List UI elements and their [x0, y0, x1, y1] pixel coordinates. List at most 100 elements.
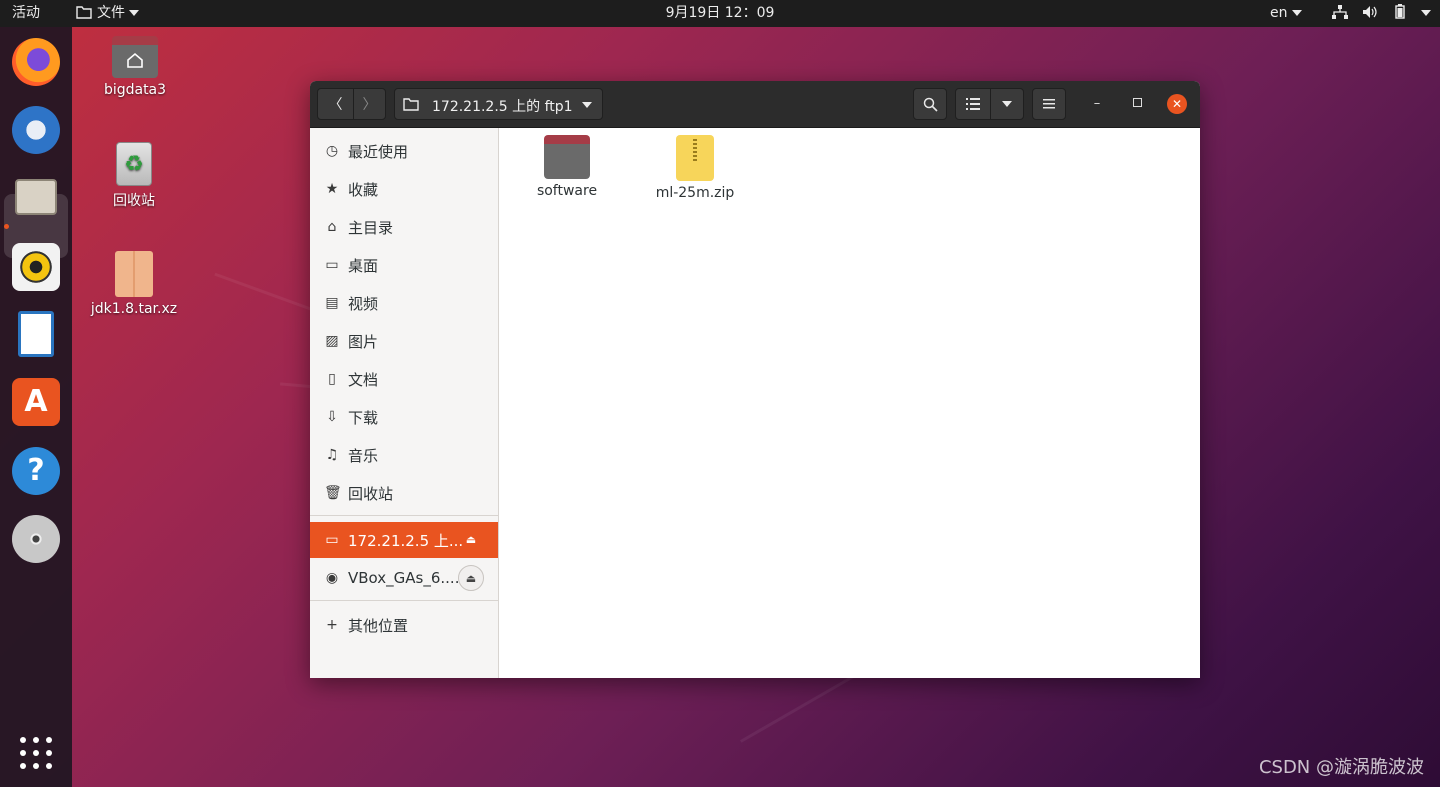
sidebar-item-videos[interactable]: ▤ 视频 [310, 286, 498, 320]
sidebar-item-vbox-disc[interactable]: ◉ VBox_GAs_6.... ⏏ [310, 560, 498, 596]
sidebar-item-home[interactable]: ⌂ 主目录 [310, 210, 498, 244]
desktop-icon-label: 回收站 [113, 193, 155, 209]
path-bar[interactable]: 172.21.2.5 上的 ftp1 [394, 88, 603, 120]
help-icon[interactable]: ? [12, 447, 60, 495]
folder-icon [544, 135, 590, 179]
sidebar-item-label: 音乐 [348, 446, 379, 465]
writer-icon[interactable] [18, 311, 54, 357]
plus-icon: + [326, 617, 338, 633]
document-icon: ▯ [328, 371, 336, 387]
menu-button[interactable] [1032, 88, 1066, 120]
desktop-icon-jdk-archive[interactable]: jdk1.8.tar.xz [84, 251, 184, 317]
software-center-icon[interactable]: A [12, 378, 60, 426]
star-icon: ★ [325, 181, 339, 197]
close-icon: ✕ [1171, 97, 1183, 111]
sidebar-item-label: 视频 [348, 294, 379, 313]
eject-icon[interactable]: ⏏ [458, 527, 484, 553]
header-bar: 〈 〉 172.21.2.5 上的 ftp1 – ✕ [310, 81, 1200, 128]
forward-button[interactable]: 〉 [353, 88, 386, 120]
sidebar-item-starred[interactable]: ★ 收藏 [310, 172, 498, 206]
thunderbird-icon[interactable] [12, 106, 60, 154]
language-menu[interactable]: en [1270, 0, 1302, 27]
home-icon: ⌂ [327, 219, 337, 235]
system-menu[interactable] [1332, 0, 1432, 27]
maximize-icon [1132, 98, 1142, 107]
sidebar-item-label: 172.21.2.5 上... [348, 531, 464, 550]
sidebar-item-label: VBox_GAs_6.... [348, 569, 460, 587]
sidebar-item-trash[interactable]: 🗑 回收站 [310, 476, 498, 510]
sidebar-item-ftp-mount[interactable]: ▭ 172.21.2.5 上... ⏏ [310, 522, 498, 558]
sidebar: ◷ 最近使用 ★ 收藏 ⌂ 主目录 ▭ 桌面 ▤ 视频 ▨ 图片 ▯ 文档 ⇩ 下载 ♫ 音乐 🗑… [310, 128, 499, 678]
file-view: software ml-25m.zip [499, 128, 1200, 678]
desktop-icon-trash[interactable]: ♻ 回收站 [84, 142, 184, 210]
trash-icon: 🗑 [324, 485, 342, 501]
chevron-down-icon[interactable] [582, 102, 592, 108]
clock: 9月19日 12：09 [0, 0, 1440, 27]
search-button[interactable] [913, 88, 947, 120]
back-button[interactable]: 〈 [317, 88, 354, 120]
chevron-down-icon [1421, 10, 1432, 16]
watermark: CSDN @漩涡脆波波 [1258, 757, 1424, 778]
file-item-ml-25m-zip[interactable]: ml-25m.zip [640, 135, 750, 201]
network-icon [1332, 5, 1348, 19]
music-icon: ♫ [325, 447, 339, 463]
minimize-button[interactable]: – [1088, 95, 1106, 113]
folder-icon [403, 98, 419, 111]
dock: A ? [0, 27, 72, 787]
sidebar-item-label: 文档 [348, 370, 379, 389]
file-manager-window: 〈 〉 172.21.2.5 上的 ftp1 – ✕ ◷ 最近使用 ★ 收藏 ⌂ 主目… [310, 81, 1200, 678]
chevron-left-icon: 〈 [328, 97, 343, 113]
files-icon[interactable] [15, 179, 57, 215]
sidebar-item-other-locations[interactable]: + 其他位置 [310, 608, 498, 642]
video-icon: ▤ [325, 295, 339, 311]
sidebar-item-downloads[interactable]: ⇩ 下载 [310, 400, 498, 434]
app-menu[interactable]: 文件 [76, 0, 139, 27]
zip-icon [676, 135, 714, 181]
sidebar-item-label: 桌面 [348, 256, 379, 275]
path-label: 172.21.2.5 上的 ftp1 [432, 99, 573, 115]
trash-icon: ♻ [116, 142, 152, 186]
sidebar-item-desktop[interactable]: ▭ 桌面 [310, 248, 498, 282]
list-view-icon [966, 98, 980, 110]
volume-icon [1363, 6, 1378, 18]
desktop-icon-bigdata3[interactable]: bigdata3 [85, 36, 185, 98]
chevron-down-icon [129, 10, 139, 16]
sidebar-item-recent[interactable]: ◷ 最近使用 [310, 134, 498, 168]
sidebar-item-music[interactable]: ♫ 音乐 [310, 438, 498, 472]
clock-label[interactable]: 9月19日 12：09 [666, 5, 775, 21]
sidebar-item-label: 下载 [348, 408, 379, 427]
file-name: software [536, 183, 598, 199]
language-label: en [1270, 5, 1288, 21]
sidebar-separator [310, 600, 498, 601]
view-options-button[interactable] [990, 88, 1024, 120]
sidebar-item-documents[interactable]: ▯ 文档 [310, 362, 498, 396]
activities-button[interactable]: 活动 [12, 0, 40, 27]
view-list-button[interactable] [955, 88, 991, 120]
sidebar-item-label: 回收站 [348, 484, 394, 503]
firefox-icon[interactable] [12, 38, 60, 86]
close-button[interactable]: ✕ [1167, 94, 1187, 114]
rhythmbox-icon[interactable] [12, 243, 60, 291]
disc-icon: ◉ [325, 570, 339, 586]
desktop-icon-label: jdk1.8.tar.xz [90, 301, 178, 317]
chevron-right-icon: 〉 [362, 97, 377, 113]
running-indicator [4, 224, 9, 229]
home-folder-icon [112, 36, 158, 78]
sidebar-item-label: 主目录 [348, 218, 394, 237]
chevron-down-icon [1002, 101, 1012, 107]
archive-icon [115, 251, 153, 297]
top-bar: 活动 文件 9月19日 12：09 en [0, 0, 1440, 27]
maximize-button[interactable] [1128, 95, 1146, 113]
search-icon [923, 97, 938, 112]
battery-icon [1395, 4, 1405, 19]
sidebar-item-pictures[interactable]: ▨ 图片 [310, 324, 498, 358]
eject-icon[interactable]: ⏏ [458, 565, 484, 591]
desktop-icon: ▭ [325, 257, 339, 273]
sidebar-item-label: 其他位置 [348, 616, 409, 635]
file-item-software[interactable]: software [512, 135, 622, 199]
minimize-icon: – [1093, 96, 1101, 111]
dvd-icon[interactable] [12, 515, 60, 563]
download-icon: ⇩ [326, 409, 338, 425]
show-applications-icon[interactable] [20, 737, 52, 769]
chevron-down-icon [1291, 10, 1302, 16]
